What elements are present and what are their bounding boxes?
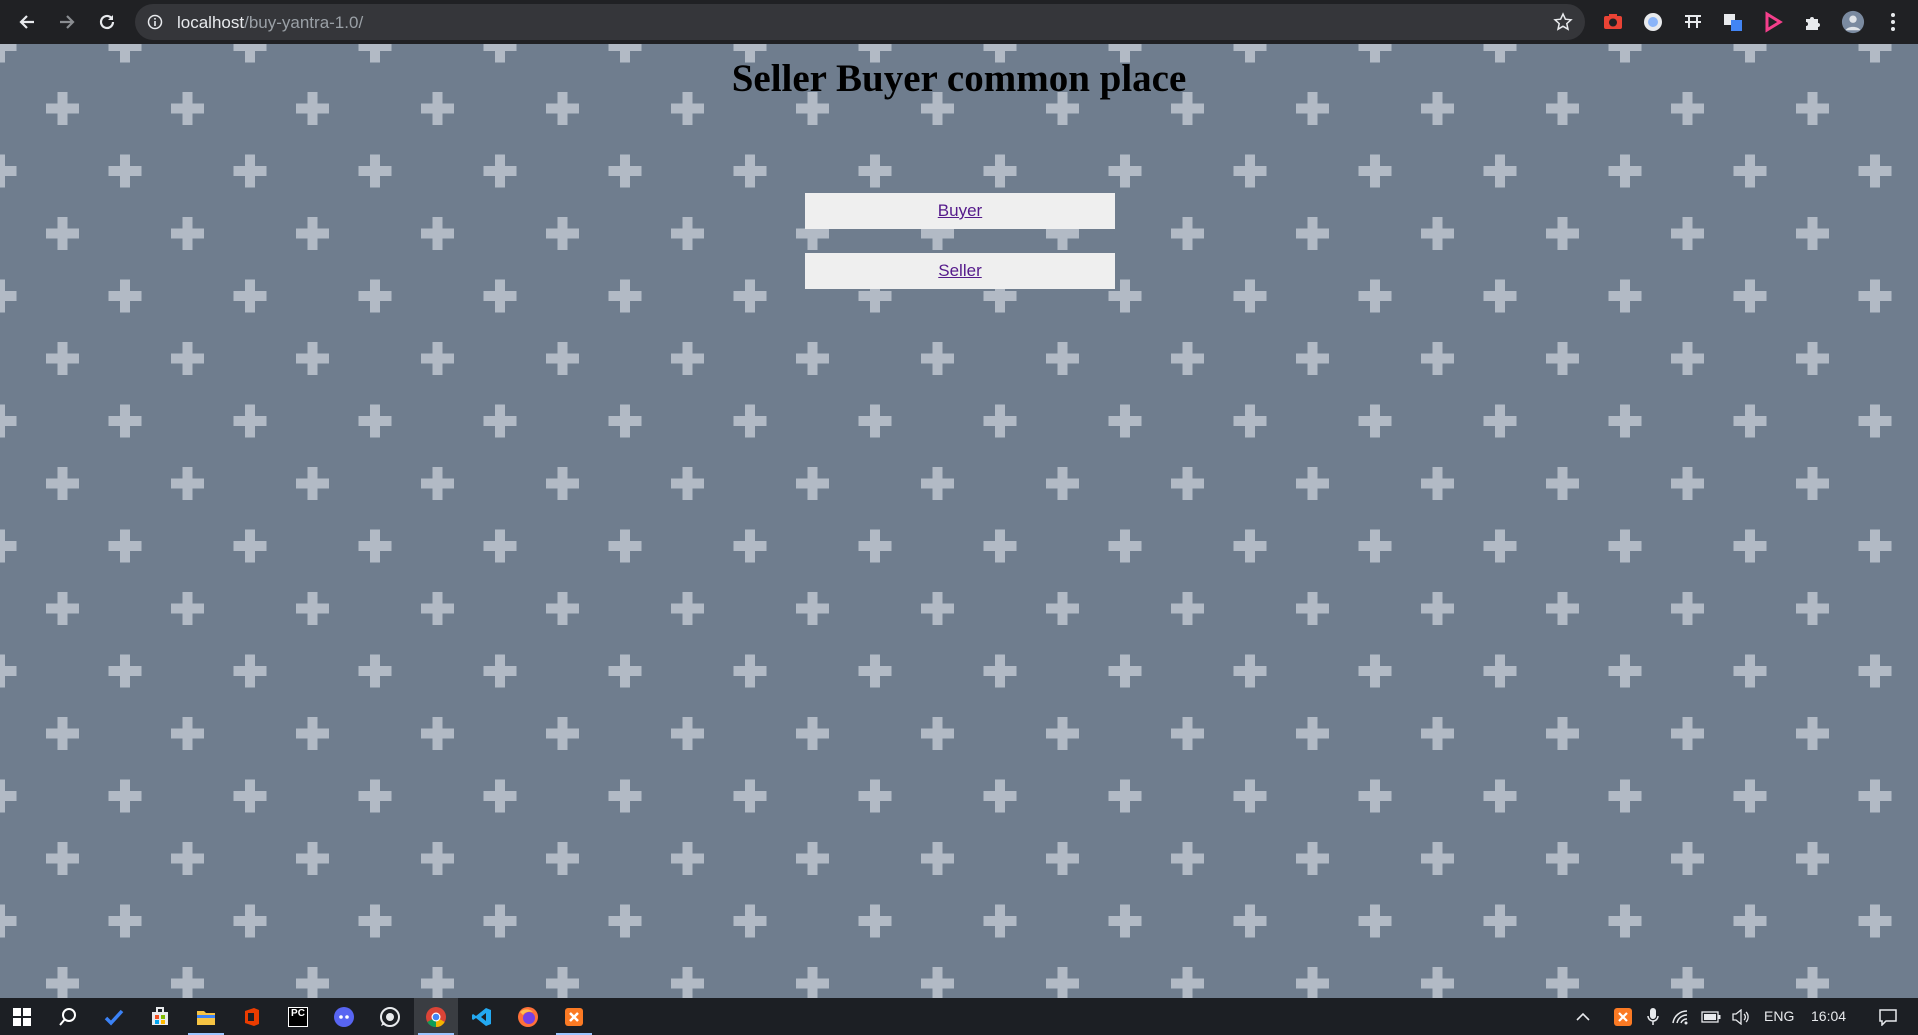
- chevron-up-icon[interactable]: [1570, 998, 1596, 1035]
- wifi-icon[interactable]: [1668, 998, 1694, 1035]
- pycharm-label: PC: [288, 1006, 308, 1027]
- taskbar: PC ENG 16:04: [0, 998, 1918, 1035]
- microphone-icon[interactable]: [1640, 998, 1666, 1035]
- firefox-icon[interactable]: [506, 998, 550, 1035]
- volume-icon[interactable]: [1728, 998, 1754, 1035]
- media-extension-icon[interactable]: [1761, 10, 1785, 34]
- discord-icon[interactable]: [322, 998, 366, 1035]
- windows-start-icon[interactable]: [0, 998, 44, 1035]
- language-indicator[interactable]: ENG: [1764, 1008, 1794, 1024]
- file-explorer-icon[interactable]: [184, 998, 228, 1035]
- info-icon[interactable]: [147, 14, 163, 30]
- chrome-icon[interactable]: [414, 998, 458, 1035]
- seller-link[interactable]: Seller: [938, 261, 981, 281]
- notifications-icon[interactable]: [1866, 998, 1910, 1035]
- profile-avatar[interactable]: [1841, 10, 1865, 34]
- page-viewport: Seller Buyer common place Buyer Seller: [0, 44, 1918, 998]
- xampp-tray-icon[interactable]: [1610, 998, 1636, 1035]
- extension-icon[interactable]: [1641, 10, 1665, 34]
- xampp-icon[interactable]: [552, 998, 596, 1035]
- buyer-button[interactable]: Buyer: [805, 193, 1115, 229]
- reload-icon[interactable]: [91, 6, 123, 38]
- menu-kebab-icon[interactable]: [1881, 10, 1905, 34]
- back-icon[interactable]: [11, 6, 43, 38]
- search-icon[interactable]: [46, 998, 90, 1035]
- office-icon[interactable]: [230, 998, 274, 1035]
- vscode-icon[interactable]: [460, 998, 504, 1035]
- google-translate-icon[interactable]: [1721, 10, 1745, 34]
- seller-button[interactable]: Seller: [805, 253, 1115, 289]
- clock-time[interactable]: 16:04: [1811, 1008, 1846, 1024]
- whatsapp-icon[interactable]: [368, 998, 412, 1035]
- buyer-link[interactable]: Buyer: [938, 201, 982, 221]
- forward-icon[interactable]: [51, 6, 83, 38]
- translate-extension-icon[interactable]: [1681, 10, 1705, 34]
- url-path: /buy-yantra-1.0/: [244, 13, 364, 32]
- pycharm-icon[interactable]: PC: [276, 998, 320, 1035]
- address-bar[interactable]: localhost/buy-yantra-1.0/: [135, 4, 1585, 40]
- browser-toolbar: localhost/buy-yantra-1.0/: [0, 0, 1918, 44]
- bookmark-star-icon[interactable]: [1553, 12, 1573, 32]
- screenshot-extension-icon[interactable]: [1601, 10, 1625, 34]
- store-icon[interactable]: [138, 998, 182, 1035]
- page-title: Seller Buyer common place: [731, 57, 1187, 100]
- url-text: localhost/buy-yantra-1.0/: [177, 13, 363, 33]
- url-host: localhost: [177, 13, 245, 32]
- todo-icon[interactable]: [92, 998, 136, 1035]
- extensions-puzzle-icon[interactable]: [1801, 10, 1825, 34]
- battery-icon[interactable]: [1698, 998, 1724, 1035]
